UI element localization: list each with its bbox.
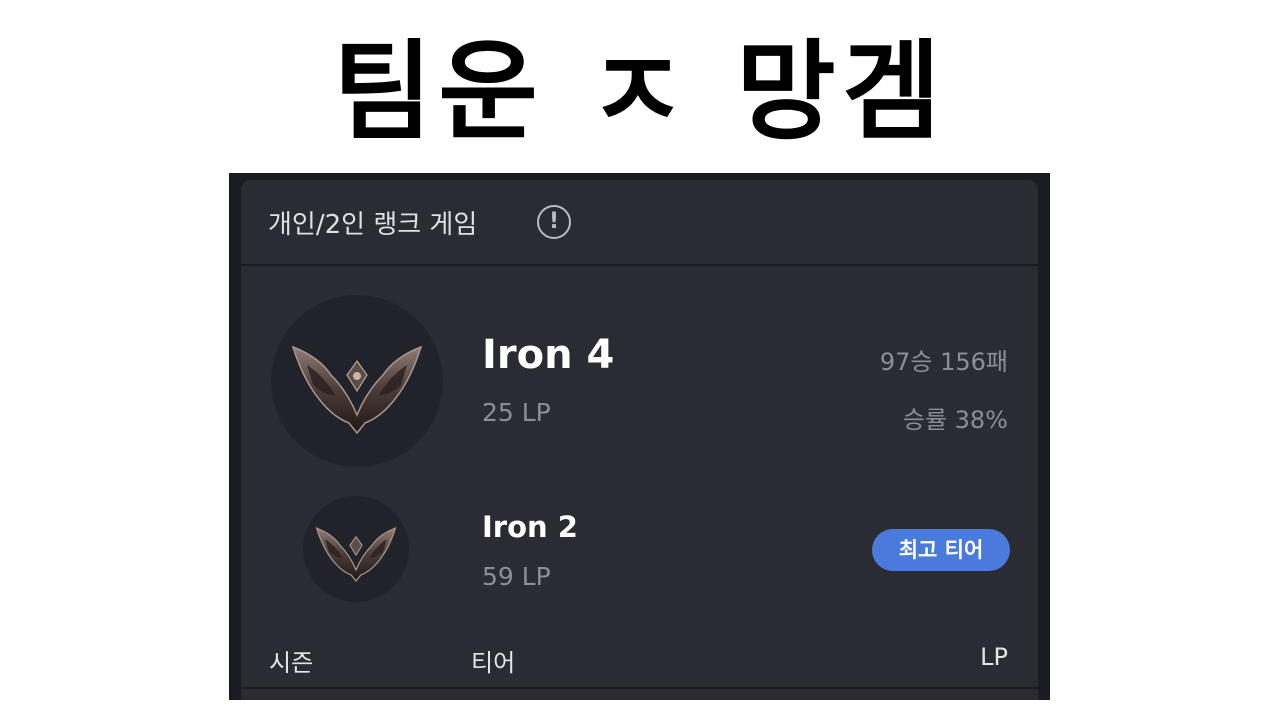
panel-header: 개인/2인 랭크 게임 ! (241, 180, 1038, 266)
current-tier-lp: 25 LP (482, 398, 551, 427)
info-circle-icon[interactable]: ! (537, 205, 571, 239)
column-season: 시즌 (269, 649, 314, 677)
ranked-panel: 개인/2인 랭크 게임 ! Iron 4 25 LP 97승 156패 승률 3… (241, 180, 1038, 700)
season-table-header: 시즌 티어 LP (241, 635, 1038, 689)
best-tier-badge: 최고 티어 (872, 529, 1010, 571)
page: 팀운 ㅈ 망겜 개인/2인 랭크 게임 ! Iron 4 25 LP 97승 1… (0, 0, 1280, 720)
current-tier-name: Iron 4 (482, 332, 615, 378)
column-tier: 티어 (471, 649, 516, 677)
best-tier-lp: 59 LP (482, 562, 551, 591)
screenshot-frame: 개인/2인 랭크 게임 ! Iron 4 25 LP 97승 156패 승률 3… (229, 173, 1050, 700)
iron-emblem-icon (291, 345, 423, 435)
iron-emblem-icon (315, 527, 397, 583)
win-rate: 승률 38% (902, 406, 1008, 434)
meme-title: 팀운 ㅈ 망겜 (333, 30, 947, 155)
column-lp: LP (980, 643, 1008, 671)
current-tier-emblem (271, 295, 443, 467)
queue-title: 개인/2인 랭크 게임 (268, 210, 478, 240)
win-loss-record: 97승 156패 (879, 348, 1008, 376)
best-tier-emblem (303, 496, 409, 602)
best-tier-name: Iron 2 (482, 510, 578, 544)
